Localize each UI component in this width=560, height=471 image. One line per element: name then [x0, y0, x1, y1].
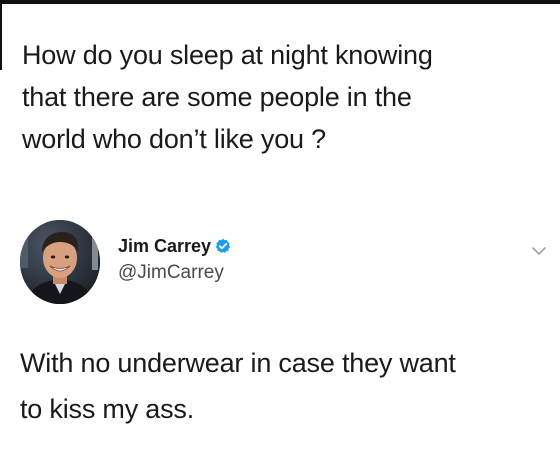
tweet-text: With no underwear in case they want to k…	[20, 340, 540, 432]
tweet-text-line: to kiss my ass.	[20, 394, 195, 424]
question-line: How do you sleep at night knowing	[22, 40, 433, 70]
question-line: world who don’t like you ?	[22, 124, 326, 154]
tweet-header: Jim Carrey @JimCarrey	[20, 220, 550, 306]
question-line: that there are some people in the	[22, 82, 412, 112]
tweet-author: Jim Carrey @JimCarrey	[118, 234, 231, 284]
author-handle[interactable]: @JimCarrey	[118, 262, 231, 284]
tweet-text-line: With no underwear in case they want	[20, 348, 456, 378]
avatar[interactable]	[20, 220, 100, 304]
author-name[interactable]: Jim Carrey	[118, 236, 211, 257]
profile-photo-icon	[20, 220, 100, 304]
chevron-down-icon	[532, 247, 546, 255]
left-border	[0, 0, 2, 70]
top-border	[0, 0, 560, 4]
author-name-row: Jim Carrey	[118, 234, 231, 258]
verified-badge-icon	[215, 238, 231, 254]
tweet-menu-button[interactable]	[528, 240, 550, 262]
question-text: How do you sleep at night knowing that t…	[22, 34, 542, 160]
